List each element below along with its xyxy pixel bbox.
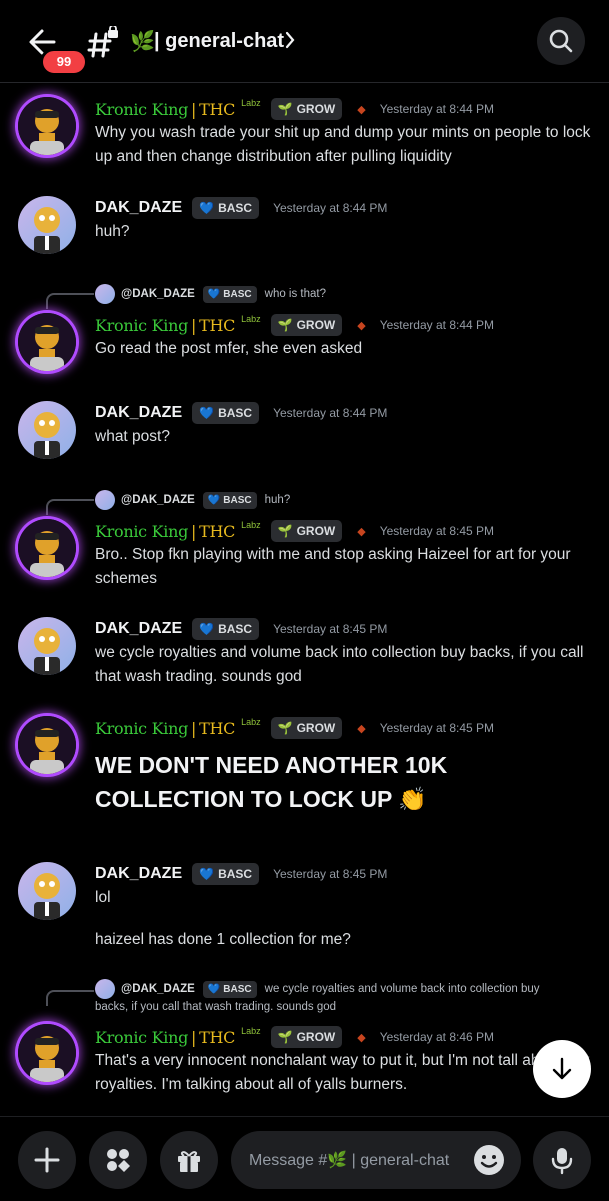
text-channel-locked-icon [86, 24, 120, 60]
avatar[interactable] [18, 313, 76, 371]
search-icon [549, 29, 573, 53]
username[interactable]: DAK_DAZE [95, 404, 182, 422]
username[interactable]: DAK_DAZE [95, 199, 182, 217]
search-button[interactable] [537, 17, 585, 65]
role-tag[interactable]: 🌱 GROW [270, 98, 343, 120]
role-icon: ◆ [357, 722, 366, 735]
message-text: WE DON'T NEED ANOTHER 10K COLLECTION TO … [95, 752, 448, 812]
role-icon: ◆ [357, 103, 366, 116]
username[interactable]: Kronic King | THC [95, 316, 235, 335]
role-tag[interactable]: 💙 BASC [192, 197, 260, 219]
message-header: DAK_DAZE 💙 BASC Yesterday at 8:44 PM [95, 401, 387, 425]
timestamp: Yesterday at 8:44 PM [273, 201, 388, 215]
chevron-right-icon[interactable] [284, 30, 296, 55]
timestamp: Yesterday at 8:45 PM [273, 867, 388, 881]
message-text: lol [95, 889, 111, 906]
reply-connector [46, 990, 94, 1006]
channel-header: 99 🌿 | general-chat [0, 0, 609, 83]
message-header: DAK_DAZE 💙 BASC Yesterday at 8:45 PM [95, 617, 387, 641]
arrow-down-icon [552, 1057, 572, 1080]
username[interactable]: Kronic King | THC [95, 1028, 235, 1047]
apps-icon [107, 1149, 130, 1172]
role-tag[interactable]: 💙 BASC [192, 402, 260, 424]
reply-connector [46, 293, 94, 309]
timestamp: Yesterday at 8:44 PM [379, 102, 495, 116]
voice-message-button[interactable] [533, 1131, 591, 1189]
avatar[interactable] [18, 1024, 76, 1082]
labz-label: Labz [241, 98, 261, 108]
avatar[interactable] [18, 716, 76, 774]
reply-preview[interactable]: @DAK_DAZE 💙 BASC huh? [95, 490, 575, 510]
avatar[interactable] [18, 401, 76, 459]
add-attachment-button[interactable] [18, 1131, 76, 1189]
timestamp: Yesterday at 8:45 PM [379, 524, 495, 538]
message-header: DAK_DAZE 💙 BASC Yesterday at 8:44 PM [95, 196, 387, 220]
role-icon: ◆ [357, 319, 366, 332]
composer-bar: Message #🌿 | general-chat [0, 1116, 609, 1201]
message-input[interactable]: Message #🌿 | general-chat [231, 1131, 521, 1189]
jump-to-present-button[interactable] [533, 1040, 591, 1098]
channel-title[interactable]: | general-chat [154, 28, 284, 54]
message-text: That's a very innocent nonchalant way to… [95, 1052, 590, 1093]
username[interactable]: Kronic King | THC [95, 719, 235, 738]
message-header: Kronic King | THC Labz 🌱 GROW ◆ Yesterday a… [95, 717, 495, 739]
role-tag[interactable]: 🌱 GROW [270, 717, 343, 739]
message-list[interactable]: Kronic King | THC Labz 🌱 GROW ◆ Yesterday a… [0, 83, 609, 1115]
avatar[interactable] [18, 862, 76, 920]
plus-icon [34, 1147, 60, 1173]
message-header: Kronic King | THC Labz 🌱 GROW ◆ Yesterday a… [95, 314, 495, 336]
role-icon: ◆ [357, 1031, 366, 1044]
message-text: haizeel has done 1 collection for me? [95, 931, 351, 948]
timestamp: Yesterday at 8:44 PM [379, 318, 495, 332]
timestamp: Yesterday at 8:45 PM [273, 622, 388, 636]
message-text: Bro.. Stop fkn playing with me and stop … [95, 546, 571, 587]
message-header: Kronic King | THC Labz 🌱 GROW ◆ Yesterday a… [95, 97, 494, 121]
role-tag[interactable]: 🌱 GROW [270, 520, 343, 542]
message-header: DAK_DAZE 💙 BASC Yesterday at 8:45 PM [95, 862, 387, 886]
role-tag[interactable]: 🌱 GROW [270, 1026, 343, 1048]
message-placeholder: Message #🌿 | general-chat [249, 1152, 450, 1169]
avatar[interactable] [18, 196, 76, 254]
role-tag[interactable]: 💙 BASC [192, 618, 260, 640]
seedling-icon: 🌱 [277, 318, 293, 332]
unread-badge: 99 [40, 48, 88, 76]
emoji-button[interactable] [473, 1144, 505, 1176]
apps-button[interactable] [89, 1131, 147, 1189]
message-text: huh? [95, 223, 130, 240]
message-text: Why you wash trade your shit up and dump… [95, 124, 591, 165]
reply-connector [46, 499, 94, 515]
message-header: Kronic King | THC Labz 🌱 GROW ◆ Yesterday a… [95, 520, 495, 542]
username[interactable]: Kronic King | THC [95, 522, 235, 541]
avatar[interactable] [18, 97, 76, 155]
microphone-icon [551, 1148, 573, 1175]
avatar[interactable] [18, 519, 76, 577]
timestamp: Yesterday at 8:44 PM [273, 406, 388, 420]
username[interactable]: DAK_DAZE [95, 620, 182, 638]
username[interactable]: DAK_DAZE [95, 865, 182, 883]
role-icon: ◆ [357, 525, 366, 538]
role-tag[interactable]: 🌱 GROW [270, 314, 343, 336]
avatar[interactable] [18, 617, 76, 675]
smiley-icon [474, 1145, 504, 1175]
reply-preview[interactable]: @DAK_DAZE 💙 BASC we cycle royalties and vol… [95, 979, 575, 1016]
blue-heart-icon: 💙 [199, 201, 215, 215]
username[interactable]: Kronic King | THC [95, 100, 235, 119]
reply-preview[interactable]: @DAK_DAZE 💙 BASC who is that? [95, 284, 575, 304]
message-text: what post? [95, 428, 170, 445]
gift-icon [178, 1151, 200, 1172]
gift-button[interactable] [160, 1131, 218, 1189]
timestamp: Yesterday at 8:45 PM [379, 721, 495, 735]
seedling-icon: 🌱 [277, 102, 293, 116]
message-header: Kronic King | THC Labz 🌱 GROW ◆ Yesterday a… [95, 1026, 495, 1048]
reply-avatar [95, 284, 115, 304]
message-text: we cycle royalties and volume back into … [95, 644, 584, 685]
leaf-emoji: 🌿 [130, 31, 155, 53]
message-text: Go read the post mfer, she even asked [95, 340, 363, 357]
timestamp: Yesterday at 8:46 PM [379, 1030, 495, 1044]
role-tag[interactable]: 💙 BASC [192, 863, 260, 885]
